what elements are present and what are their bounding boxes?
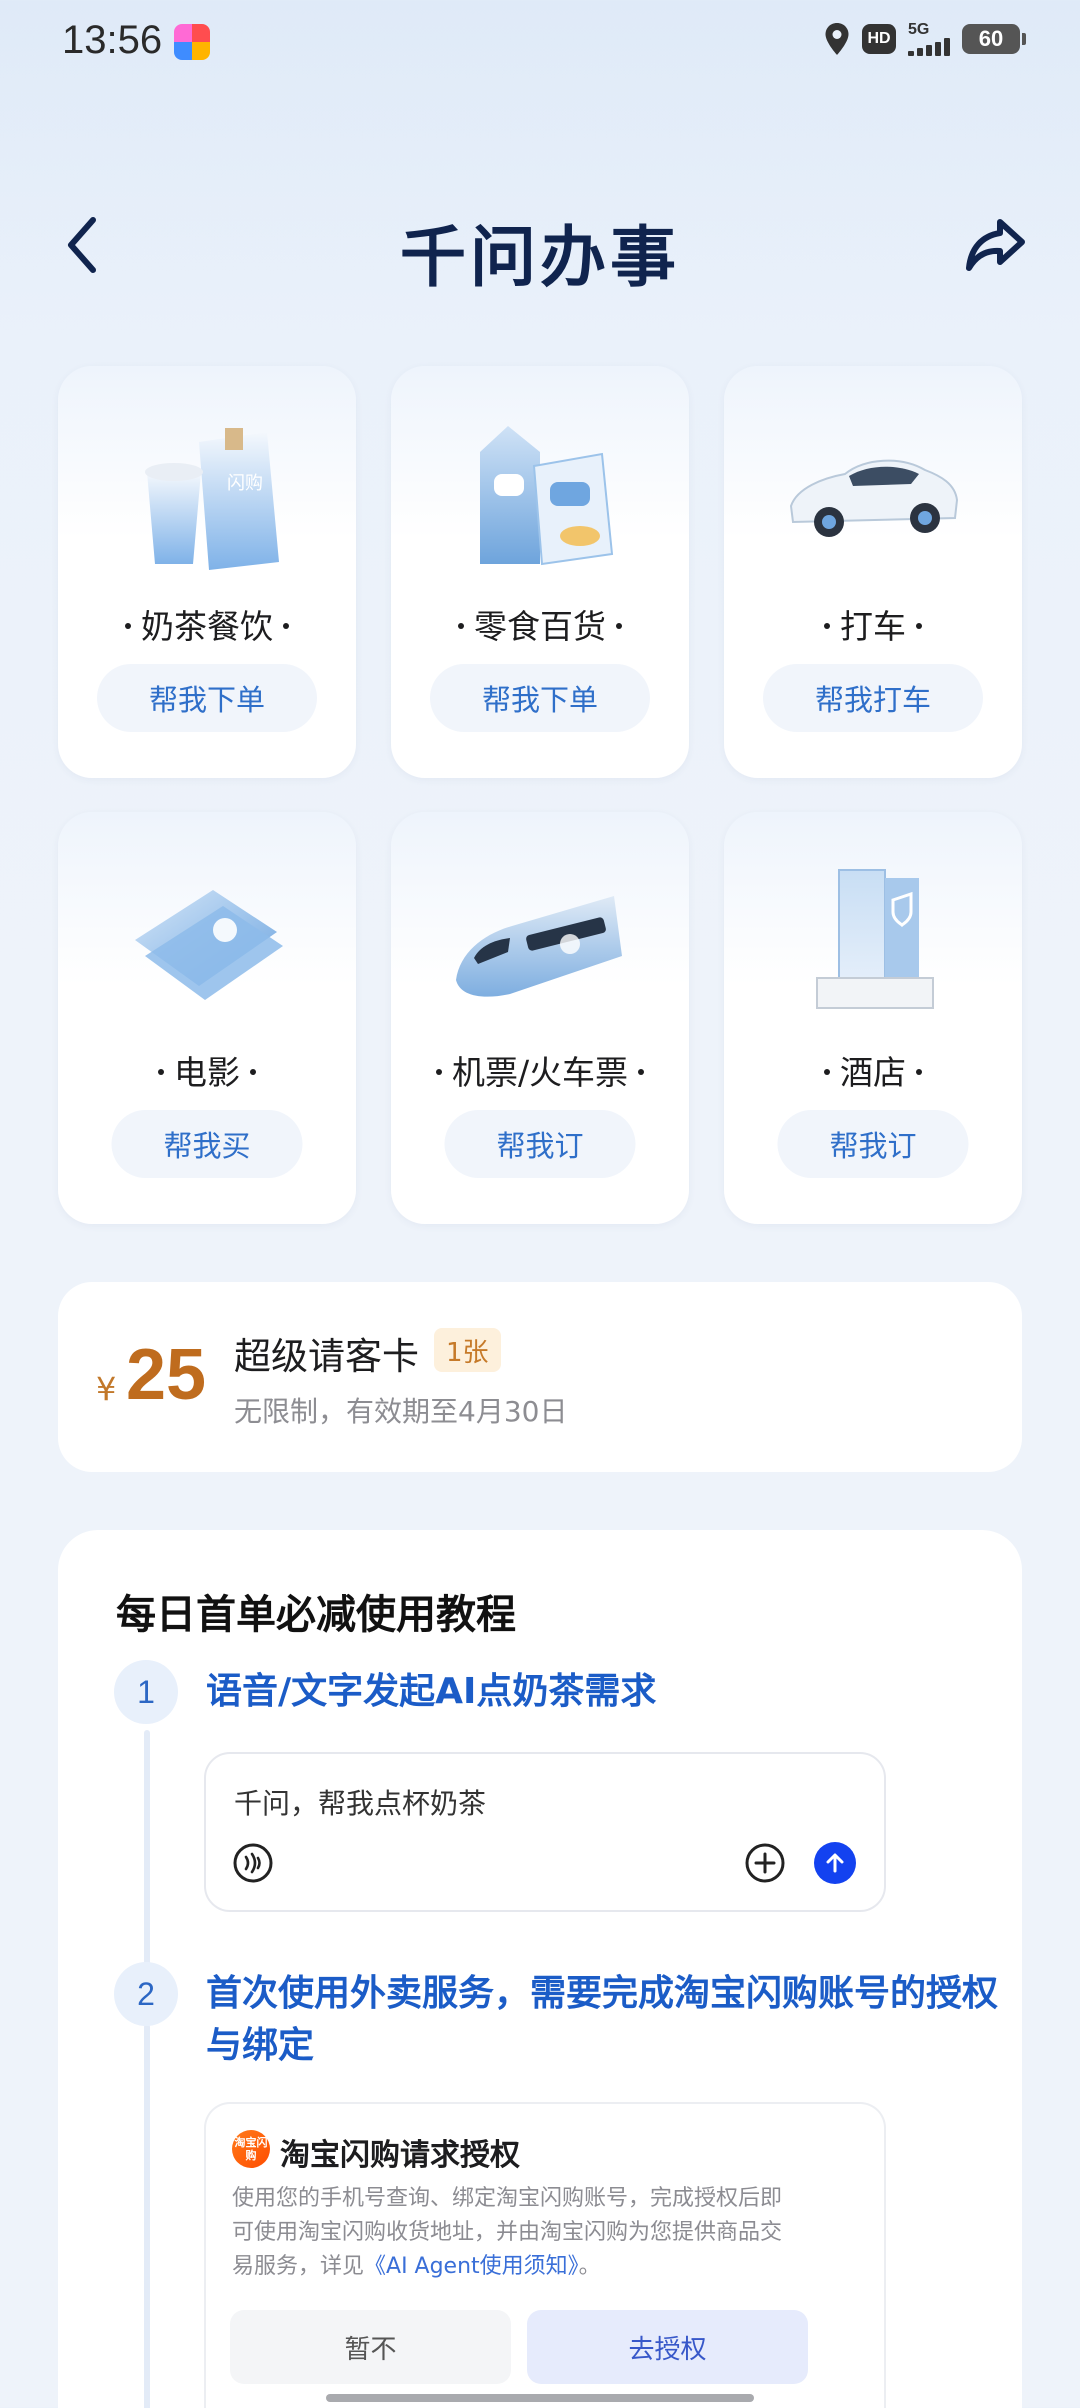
app-notification-icon [174, 24, 210, 60]
auth-desc: 使用您的手机号查询、绑定淘宝闪购账号，完成授权后即 可使用淘宝闪购收货地址，并由… [232, 2186, 783, 2279]
tutorial-section: 每日首单必减使用教程 1 语音/文字发起AI点奶茶需求 千问，帮我点杯奶茶 2 … [58, 1530, 1022, 2408]
header: 千问办事 [0, 190, 1080, 300]
home-indicator[interactable] [326, 2394, 754, 2402]
buy-button[interactable]: 帮我买 [111, 1110, 303, 1178]
share-arrow-icon [966, 219, 1025, 271]
taxi-button[interactable]: 帮我打车 [762, 664, 984, 732]
demo-input-text: 千问，帮我点杯奶茶 [234, 1787, 487, 1820]
status-time: 13:56 [62, 18, 163, 62]
service-name: 电影 [58, 1046, 356, 1094]
coupon-currency: ¥ [96, 1370, 117, 1408]
network-type: 5G [908, 21, 930, 38]
share-button[interactable] [960, 210, 1030, 280]
status-bar: 13:56 HD 5G 60 [0, 0, 1080, 86]
service-name: 酒店 [724, 1046, 1022, 1094]
milk-tea-icon: 闪购 [145, 428, 279, 570]
service-card-tickets[interactable]: 机票/火车票 帮我订 [391, 812, 689, 1224]
service-name: 奶茶餐饮 [58, 600, 356, 648]
coupon-amount: 25 [126, 1335, 207, 1415]
auth-title: 淘宝闪购请求授权 [280, 2138, 520, 2173]
service-card-hotel[interactable]: 酒店 帮我订 [724, 812, 1022, 1224]
taobao-flash-logo: 淘宝闪购 [232, 2130, 270, 2168]
voice-icon [233, 1843, 273, 1883]
step-connector [144, 1730, 150, 1974]
auth-dialog-preview: 淘宝闪购 淘宝闪购请求授权 使用您的手机号查询、绑定淘宝闪购账号，完成授权后即 … [204, 2102, 886, 2408]
step-number: 1 [114, 1660, 178, 1724]
coupon-title: 超级请客卡 [234, 1335, 419, 1378]
train-icon [456, 896, 622, 997]
step-connector [144, 2024, 150, 2408]
order-button[interactable]: 帮我下单 [96, 664, 318, 732]
page-title: 千问办事 [400, 219, 680, 296]
plus-icon [745, 1843, 785, 1883]
movie-ticket-icon [135, 890, 283, 1000]
service-name: 打车 [724, 600, 1022, 648]
book-button[interactable]: 帮我订 [777, 1110, 969, 1178]
step-text: 语音/文字发起AI点奶茶需求 [206, 1671, 657, 1712]
tutorial-title: 每日首单必减使用教程 [116, 1592, 516, 1638]
authorize-button[interactable]: 去授权 [527, 2310, 808, 2384]
service-card-milk-tea[interactable]: 闪购 奶茶餐饮 帮我下单 [58, 366, 356, 778]
book-button[interactable]: 帮我订 [444, 1110, 636, 1178]
not-now-button[interactable]: 暂不 [230, 2310, 511, 2384]
status-indicators: HD 5G 60 [824, 22, 1026, 56]
service-grid: 闪购 奶茶餐饮 帮我下单 零食百货 帮我下单 打车 帮我打车 电影 帮我买 机票… [58, 366, 1022, 1224]
order-button[interactable]: 帮我下单 [429, 664, 651, 732]
service-card-taxi[interactable]: 打车 帮我打车 [724, 366, 1022, 778]
car-icon [789, 459, 959, 537]
coupon-count-badge: 1张 [434, 1328, 501, 1372]
hd-badge: HD [862, 24, 896, 54]
snack-icon [480, 426, 614, 566]
service-card-movie[interactable]: 电影 帮我买 [58, 812, 356, 1224]
location-icon [825, 23, 849, 55]
signal-icon: 5G [908, 22, 950, 56]
step-text: 首次使用外卖服务，需要完成淘宝闪购账号的授权 与绑定 [206, 1973, 999, 2066]
coupon-card[interactable]: ¥ 25 超级请客卡 1张 无限制，有效期至4月30日 [58, 1282, 1022, 1472]
service-card-snacks[interactable]: 零食百货 帮我下单 [391, 366, 689, 778]
service-name: 零食百货 [391, 600, 689, 648]
agent-terms-link[interactable]: 《AI Agent使用须知》 [364, 2254, 579, 2279]
step-number: 2 [114, 1962, 178, 2026]
auth-buttons: 暂不 去授权 [230, 2310, 808, 2384]
demo-chat-input: 千问，帮我点杯奶茶 [204, 1752, 886, 1912]
send-icon [814, 1842, 856, 1884]
service-name: 机票/火车票 [391, 1046, 689, 1094]
svg-text:闪购: 闪购 [227, 473, 263, 494]
battery-icon: 60 [962, 24, 1026, 54]
hotel-icon [816, 869, 934, 1009]
coupon-desc: 无限制，有效期至4月30日 [234, 1395, 568, 1428]
